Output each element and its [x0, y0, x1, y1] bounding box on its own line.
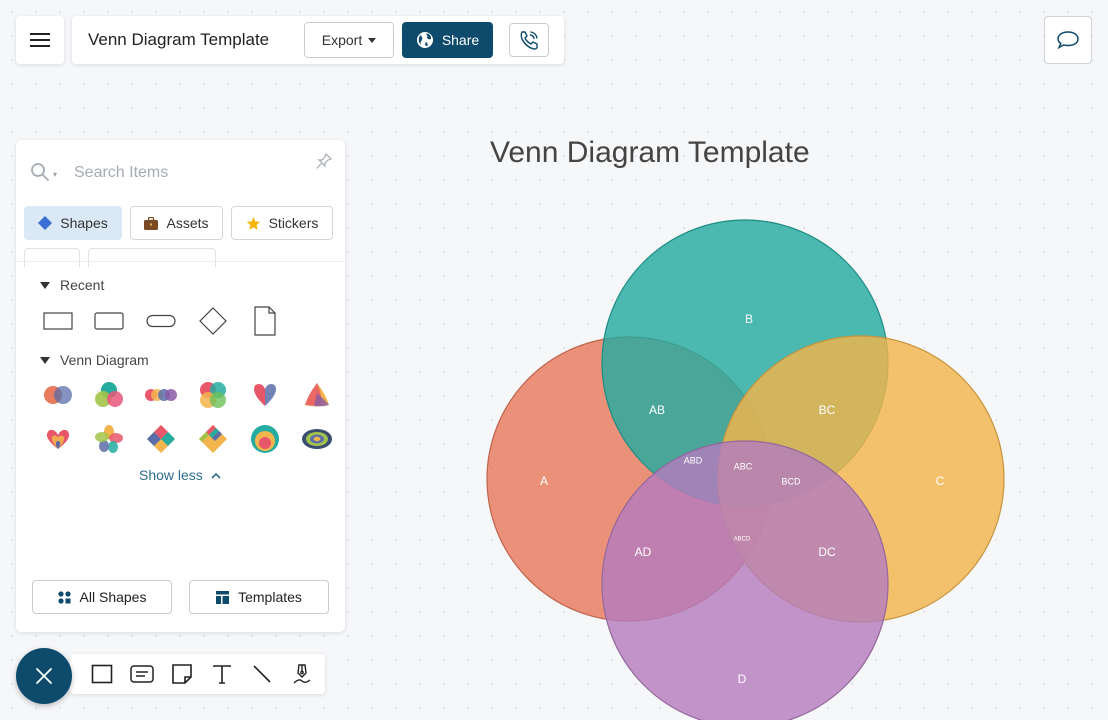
call-button[interactable] [509, 23, 549, 57]
tab-shapes[interactable]: Shapes [24, 206, 122, 240]
rectangle-tool-icon[interactable] [90, 662, 114, 686]
venn-4-grid-thumb[interactable] [193, 375, 233, 415]
region-label-abc: ABC [734, 461, 753, 471]
chat-bubble-icon [1057, 31, 1079, 50]
briefcase-icon [144, 216, 159, 230]
caret-down-icon [368, 37, 377, 43]
tab-more-1[interactable] [24, 248, 80, 267]
venn-ellipse-nested-thumb[interactable] [297, 419, 337, 459]
venn-triangle-thumb[interactable] [297, 375, 337, 415]
region-label-ad: AD [635, 545, 652, 559]
recent-section-title: Recent [60, 277, 105, 293]
venn-3-thumb[interactable] [89, 375, 129, 415]
tab-more-2[interactable] [88, 248, 216, 267]
caret-down-icon [40, 356, 50, 364]
shape-pill[interactable] [141, 301, 181, 341]
phone-call-icon [520, 31, 538, 50]
region-label-bcd: BCD [781, 476, 801, 486]
tab-stickers-label: Stickers [268, 215, 319, 231]
star-icon [246, 216, 260, 230]
region-label-a: A [540, 474, 548, 488]
chevron-up-icon [211, 472, 221, 479]
grid-icon [57, 590, 71, 604]
export-button[interactable]: Export [304, 22, 394, 58]
share-label: Share [441, 32, 480, 48]
venn-2-thumb[interactable] [38, 375, 78, 415]
region-label-bc: BC [819, 403, 836, 417]
tab-assets[interactable]: Assets [130, 206, 223, 240]
shape-rectangle[interactable] [38, 301, 78, 341]
tab-stickers[interactable]: Stickers [231, 206, 333, 240]
drawing-toolbar [70, 654, 325, 694]
region-label-abd: ABD [684, 455, 703, 465]
region-label-ab: AB [649, 403, 665, 417]
menu-button[interactable] [16, 16, 64, 64]
pen-tool-icon[interactable] [290, 662, 314, 686]
venn-4-row-thumb[interactable] [141, 375, 181, 415]
venn-heart-thumb[interactable] [245, 375, 285, 415]
region-label-d: D [738, 672, 747, 686]
all-shapes-label: All Shapes [79, 589, 147, 605]
sticky-note-tool-icon[interactable] [170, 662, 194, 686]
venn-heart-stack-thumb[interactable] [38, 419, 78, 459]
search-filter-caret-icon[interactable]: ▾ [53, 170, 57, 179]
tab-assets-label: Assets [166, 215, 209, 231]
shape-diamond[interactable] [193, 301, 233, 341]
comments-button[interactable] [1044, 16, 1092, 64]
venn-diagram[interactable]: B A C D AB BC AD DC ABD ABC BCD ABCD [470, 205, 1030, 720]
venn-section-title: Venn Diagram [60, 352, 149, 368]
globe-icon [416, 32, 433, 48]
line-tool-icon[interactable] [250, 662, 274, 686]
template-icon [216, 590, 230, 604]
diagram-title[interactable]: Venn Diagram Template [0, 136, 1108, 170]
venn-diamond-grid-thumb[interactable] [141, 419, 181, 459]
venn-flower-thumb[interactable] [89, 419, 129, 459]
close-icon [36, 668, 52, 684]
diamond-icon [38, 216, 53, 230]
hamburger-menu-icon [30, 33, 50, 47]
tab-shapes-label: Shapes [60, 215, 108, 231]
export-label: Export [321, 32, 363, 48]
recent-section-toggle[interactable]: Recent [40, 277, 104, 293]
show-less-button[interactable]: Show less [139, 467, 221, 483]
panel-divider [16, 261, 345, 262]
share-button[interactable]: Share [402, 22, 493, 58]
close-toolbar-button[interactable] [16, 648, 72, 704]
show-less-label: Show less [139, 467, 203, 483]
text-tool-icon[interactable] [210, 662, 234, 686]
document-header: Venn Diagram Template Export Share [72, 16, 564, 64]
region-label-b: B [745, 312, 753, 326]
templates-label: Templates [238, 589, 302, 605]
templates-button[interactable]: Templates [189, 580, 329, 614]
shape-rounded-rectangle[interactable] [89, 301, 129, 341]
venn-section-toggle[interactable]: Venn Diagram [40, 352, 149, 368]
venn-concentric-thumb[interactable] [245, 419, 285, 459]
venn-diamond-stripes-thumb[interactable] [193, 419, 233, 459]
document-title[interactable]: Venn Diagram Template [88, 30, 269, 50]
textbox-tool-icon[interactable] [130, 662, 154, 686]
region-label-c: C [936, 474, 945, 488]
region-label-abcd: ABCD [734, 537, 751, 543]
shapes-panel: ▾ Shapes Assets Stickers Recent [16, 140, 345, 632]
region-label-dc: DC [818, 545, 836, 559]
caret-down-icon [40, 281, 50, 289]
all-shapes-button[interactable]: All Shapes [32, 580, 172, 614]
shape-document[interactable] [245, 301, 285, 341]
